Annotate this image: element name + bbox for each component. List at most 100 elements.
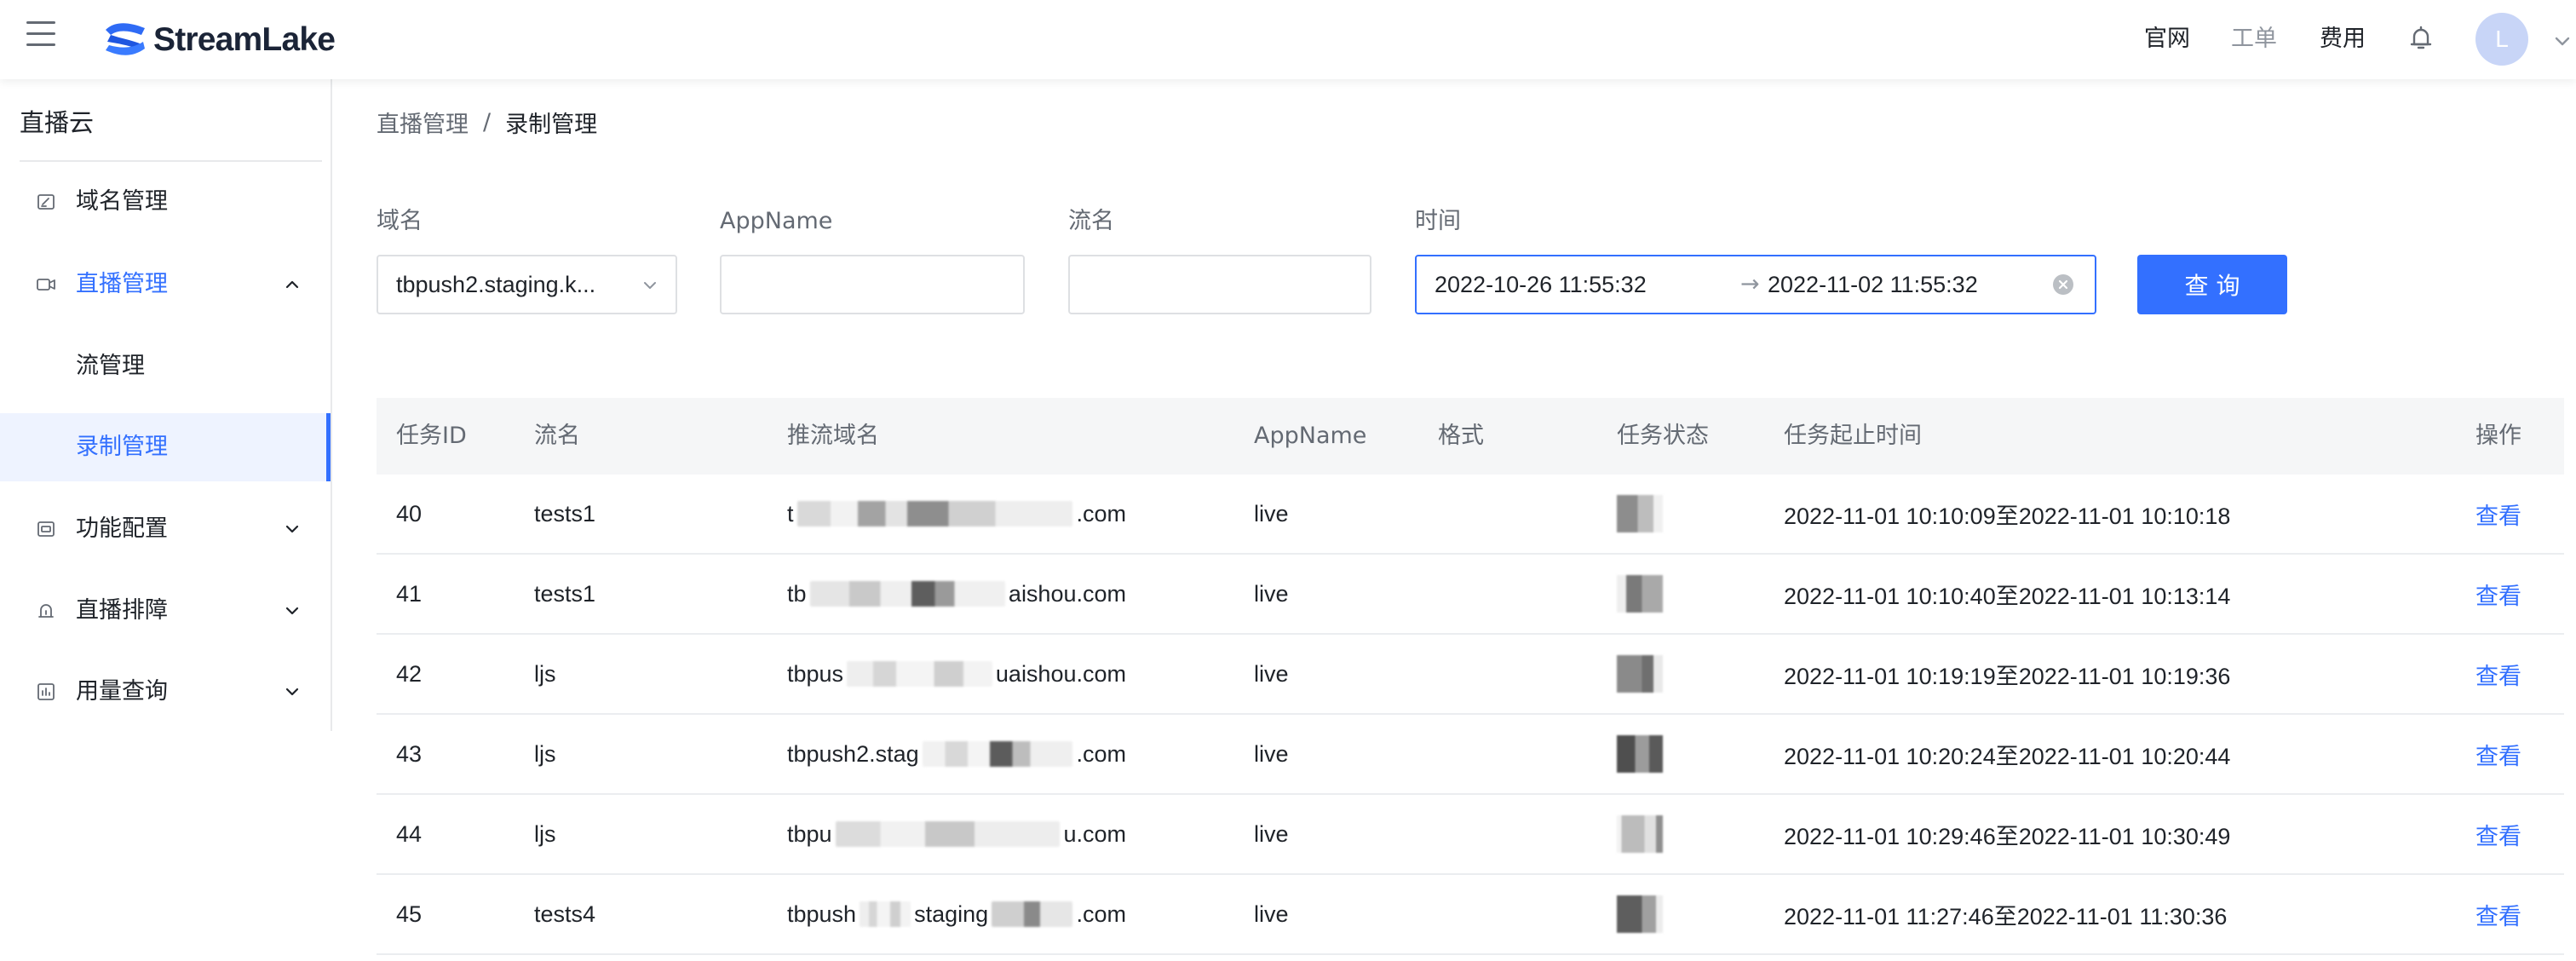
- sidebar-item-live-management[interactable]: 直播管理: [0, 250, 331, 319]
- time-range-picker[interactable]: 2022-10-26 11:55:32 → 2022-11-02 11:55:3…: [1415, 255, 2096, 314]
- task-time-range: 2022-11-01 11:27:46至2022-11-01 11:30:36: [1784, 903, 2228, 929]
- appname-input-box: [720, 255, 1025, 314]
- chevron-down-icon: [644, 282, 656, 289]
- chevron-up-icon[interactable]: [284, 276, 301, 293]
- push-domain-suffix: aishou.com: [1008, 580, 1126, 607]
- stream-name: ljs: [534, 740, 556, 767]
- task-status: [1617, 635, 1663, 713]
- column-header-task-id: 任务ID: [396, 423, 467, 449]
- stream-name: ljs: [534, 660, 556, 687]
- view-link[interactable]: 查看: [2475, 795, 2521, 873]
- sidebar-item-troubleshooting[interactable]: 直播排障: [0, 577, 331, 645]
- time-range-arrow: →: [1740, 271, 1760, 297]
- column-header-actions: 操作: [2475, 423, 2521, 449]
- redacted-status: [1617, 655, 1663, 693]
- push-domain-suffix: u.com: [1063, 820, 1126, 847]
- task-status: [1617, 555, 1663, 633]
- video-camera-icon: [37, 279, 55, 291]
- stream-filter-label: 流名: [1068, 208, 1114, 234]
- table-row: 43 ljs tbpush2.stag .com live 2022-11-01…: [377, 715, 2564, 795]
- view-link[interactable]: 查看: [2475, 635, 2521, 713]
- sidebar-item-label: 直播管理: [76, 271, 168, 297]
- nav-tickets[interactable]: 工单: [2231, 26, 2277, 53]
- redacted-text: [796, 501, 1073, 527]
- redacted-status: [1617, 495, 1663, 532]
- breadcrumb-separator: /: [483, 108, 492, 135]
- sidebar-item-domain-management[interactable]: 域名管理: [0, 168, 331, 236]
- task-time-range: 2022-11-01 10:29:46至2022-11-01 10:30:49: [1784, 823, 2231, 849]
- sidebar-title: 直播云: [20, 108, 95, 137]
- sidebar-item-usage-query[interactable]: 用量查询: [0, 658, 331, 726]
- sidebar-item-label: 功能配置: [76, 515, 168, 542]
- breadcrumb-parent[interactable]: 直播管理: [377, 106, 469, 139]
- task-id: 40: [396, 500, 423, 527]
- chevron-down-icon[interactable]: [284, 683, 301, 700]
- brand-name[interactable]: StreamLake: [153, 20, 336, 60]
- redacted-status: [1617, 895, 1663, 933]
- push-domain-suffix: uaishou.com: [995, 660, 1126, 687]
- nav-official-site[interactable]: 官网: [2144, 26, 2190, 53]
- view-link[interactable]: 查看: [2475, 555, 2521, 633]
- nav-billing[interactable]: 费用: [2320, 26, 2366, 53]
- push-domain-prefix: tbpu: [787, 820, 832, 847]
- sidebar-item-label: 域名管理: [76, 188, 168, 215]
- task-time-range: 2022-11-01 10:10:40至2022-11-01 10:13:14: [1784, 583, 2231, 609]
- view-link[interactable]: 查看: [2475, 875, 2521, 953]
- view-link[interactable]: 查看: [2475, 475, 2521, 553]
- task-id: 43: [396, 740, 423, 767]
- task-id: 45: [396, 901, 423, 927]
- streamlake-logo-icon[interactable]: [102, 18, 148, 60]
- chevron-down-icon[interactable]: [284, 521, 301, 538]
- push-domain-prefix: tbpus: [787, 660, 844, 687]
- sidebar-divider: [20, 160, 322, 162]
- query-button[interactable]: 查 询: [2137, 255, 2287, 314]
- top-header: StreamLake 官网 工单 费用 L: [0, 0, 2576, 79]
- time-range-start[interactable]: 2022-10-26 11:55:32: [1435, 271, 1647, 298]
- push-domain-suffix: .com: [1076, 500, 1126, 527]
- chevron-down-icon[interactable]: [284, 602, 301, 619]
- redacted-text: [809, 581, 1005, 607]
- domain-select[interactable]: tbpush2.staging.k...: [377, 255, 677, 314]
- domain-filter-label: 域名: [377, 208, 423, 234]
- column-header-stream-name: 流名: [534, 423, 580, 449]
- app-name: live: [1254, 820, 1289, 847]
- hamburger-icon[interactable]: [26, 21, 55, 46]
- table-row: 44 ljs tbpu u.com live 2022-11-01 10:29:…: [377, 795, 2564, 875]
- stream-name-input-box: [1068, 255, 1371, 314]
- time-range-end[interactable]: 2022-11-02 11:55:32: [1768, 271, 1978, 298]
- chevron-down-icon[interactable]: [2554, 32, 2571, 49]
- redacted-text: [835, 821, 1061, 847]
- appname-input[interactable]: [722, 256, 1023, 313]
- task-status: [1617, 795, 1663, 873]
- time-filter-label: 时间: [1415, 208, 1461, 234]
- sidebar-item-label: 流管理: [76, 353, 145, 379]
- feature-config-icon: [37, 521, 55, 537]
- app-name: live: [1254, 500, 1289, 527]
- push-domain-suffix: .com: [1076, 740, 1126, 767]
- task-time-range: 2022-11-01 10:10:09至2022-11-01 10:10:18: [1784, 503, 2231, 529]
- push-domain: t .com: [787, 475, 1126, 553]
- stream-name-input[interactable]: [1070, 256, 1370, 313]
- column-header-appname: AppName: [1254, 423, 1367, 449]
- column-header-task-status: 任务状态: [1617, 423, 1709, 449]
- sidebar-item-stream-management[interactable]: 流管理: [0, 332, 331, 400]
- task-id: 41: [396, 580, 423, 607]
- task-status: [1617, 475, 1663, 553]
- push-domain-prefix: t: [787, 500, 794, 527]
- push-domain: tb aishou.com: [787, 555, 1126, 633]
- redacted-text: [922, 741, 1073, 767]
- sidebar-item-feature-config[interactable]: 功能配置: [0, 495, 331, 563]
- sidebar-item-recording-management[interactable]: 录制管理: [0, 413, 331, 481]
- app-name: live: [1254, 660, 1289, 687]
- stream-name: tests1: [534, 580, 596, 607]
- view-link[interactable]: 查看: [2475, 715, 2521, 793]
- clear-icon[interactable]: [2052, 273, 2074, 296]
- app-name: live: [1254, 740, 1289, 767]
- domain-select-value: tbpush2.staging.k...: [396, 272, 596, 297]
- appname-filter-label: AppName: [720, 208, 833, 234]
- table-row: 45 tests4 tbpush staging .com live 2022-…: [377, 875, 2564, 955]
- app-name: live: [1254, 580, 1289, 607]
- avatar[interactable]: L: [2475, 13, 2528, 66]
- task-status: [1617, 875, 1663, 953]
- bell-icon[interactable]: [2407, 25, 2435, 52]
